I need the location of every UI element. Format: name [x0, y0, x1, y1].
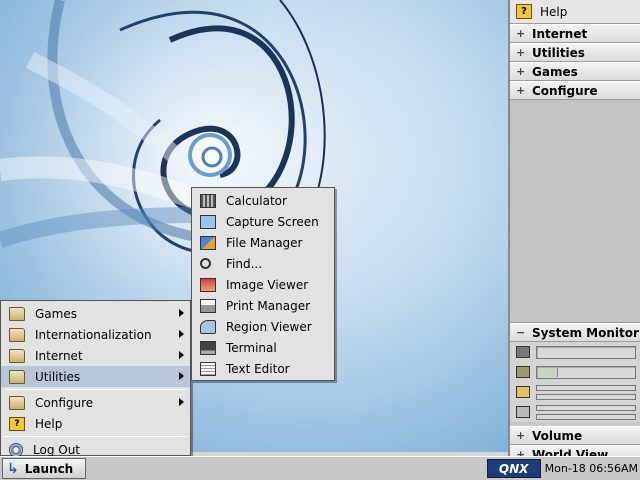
launch-menu-item-help[interactable]: ? Help	[1, 413, 190, 434]
menu-item-label: Utilities	[35, 369, 81, 384]
region-viewer-icon	[200, 319, 216, 334]
process-icon	[516, 386, 530, 398]
shelf-empty-area	[510, 100, 640, 323]
monitor-memory	[510, 362, 640, 382]
menu-item-label: Terminal	[226, 340, 277, 355]
launch-menu-item-internet[interactable]: Internet	[1, 345, 190, 366]
shelf-group-volume[interactable]: + Volume	[510, 426, 640, 445]
menu-item-label: Internet	[35, 348, 83, 363]
menu-item-label: Find...	[226, 256, 263, 271]
shelf-group-label: Configure	[532, 83, 598, 98]
printer-icon	[200, 298, 216, 313]
disk-icon	[516, 406, 530, 418]
shelf-help-label: Help	[540, 4, 568, 19]
text-editor-icon	[200, 361, 216, 376]
shelf-group-label: System Monitor	[532, 325, 639, 340]
shelf-group-label: Internet	[532, 26, 588, 41]
folder-icon	[9, 306, 25, 321]
menu-item-label: Region Viewer	[226, 319, 312, 334]
cpu-icon	[516, 346, 530, 358]
memory-icon	[516, 366, 530, 378]
utilities-item-image-viewer[interactable]: Image Viewer	[192, 274, 334, 295]
submenu-arrow-icon	[179, 309, 184, 317]
file-manager-icon	[200, 235, 216, 250]
logout-icon	[9, 442, 23, 457]
launch-button[interactable]: ↳ Launch	[2, 458, 86, 479]
utilities-submenu: Calculator Capture Screen File Manager F…	[191, 187, 335, 381]
process-meter	[536, 384, 636, 400]
menu-item-label: Games	[35, 306, 77, 321]
menu-item-label: Print Manager	[226, 298, 311, 313]
folder-icon	[9, 327, 25, 342]
shelf-group-configure[interactable]: + Configure	[510, 81, 640, 100]
submenu-arrow-icon	[179, 351, 184, 359]
menu-item-label: Internationalization	[35, 327, 152, 342]
menu-item-label: Help	[35, 416, 63, 431]
launch-arrow-icon: ↳	[7, 460, 19, 477]
menu-item-label: File Manager	[226, 235, 303, 250]
launch-menu-item-games[interactable]: Games	[1, 303, 190, 324]
launch-menu-item-utilities[interactable]: Utilities	[1, 366, 190, 387]
help-icon: ?	[516, 4, 532, 19]
menu-separator	[4, 389, 187, 390]
memory-meter	[536, 365, 636, 379]
folder-icon	[9, 369, 25, 384]
utilities-item-find[interactable]: Find...	[192, 253, 334, 274]
menu-item-label: Configure	[35, 395, 94, 410]
image-viewer-icon	[200, 277, 216, 292]
cpu-meter	[536, 345, 636, 359]
submenu-arrow-icon	[179, 398, 184, 406]
help-icon: ?	[9, 416, 25, 431]
shelf-group-internet[interactable]: + Internet	[510, 24, 640, 43]
expand-icon: +	[516, 84, 526, 97]
shelf-group-label: Volume	[532, 428, 583, 443]
clock[interactable]: Mon-18 06:56AM	[545, 462, 638, 475]
menu-item-label: Log Out	[33, 442, 81, 457]
menu-item-label: Calculator	[226, 193, 287, 208]
monitor-disk	[510, 402, 640, 422]
taskbar: ↳ Launch QNX Mon-18 06:56AM	[0, 456, 640, 480]
shelf-help-button[interactable]: ? Help	[510, 0, 640, 24]
disk-meter	[536, 404, 636, 420]
utilities-item-text-editor[interactable]: Text Editor	[192, 358, 334, 379]
shelf-group-label: Utilities	[532, 45, 585, 60]
shelf-panel: ? Help + Internet + Utilities + Games + …	[508, 0, 640, 464]
expand-icon: +	[516, 46, 526, 59]
shelf-group-utilities[interactable]: + Utilities	[510, 43, 640, 62]
launch-button-label: Launch	[24, 461, 74, 476]
shelf-group-label: Games	[532, 64, 578, 79]
launch-menu-item-internationalization[interactable]: Internationalization	[1, 324, 190, 345]
menu-item-label: Capture Screen	[226, 214, 319, 229]
utilities-item-file-manager[interactable]: File Manager	[192, 232, 334, 253]
capture-screen-icon	[200, 214, 216, 229]
expand-icon: +	[516, 429, 526, 442]
menu-item-label: Image Viewer	[226, 277, 309, 292]
menu-separator	[4, 436, 187, 437]
folder-icon	[9, 348, 25, 363]
expand-icon: +	[516, 27, 526, 40]
utilities-item-print-manager[interactable]: Print Manager	[192, 295, 334, 316]
qnx-logo[interactable]: QNX	[486, 459, 541, 478]
utilities-item-calculator[interactable]: Calculator	[192, 190, 334, 211]
shelf-group-games[interactable]: + Games	[510, 62, 640, 81]
launch-menu-item-configure[interactable]: Configure	[1, 392, 190, 413]
folder-icon	[9, 395, 25, 410]
collapse-icon: −	[516, 326, 526, 339]
launch-menu: Games Internationalization Internet Util…	[0, 300, 191, 457]
shelf-group-system-monitor[interactable]: − System Monitor	[510, 323, 640, 342]
monitor-process	[510, 382, 640, 402]
terminal-icon	[200, 340, 216, 355]
expand-icon: +	[516, 65, 526, 78]
submenu-arrow-icon	[179, 330, 184, 338]
calculator-icon	[200, 193, 216, 208]
monitor-cpu	[510, 342, 640, 362]
submenu-arrow-icon	[179, 372, 184, 380]
magnifier-icon	[200, 258, 211, 269]
menu-item-label: Text Editor	[226, 361, 290, 376]
system-tray: QNX Mon-18 06:56AM	[486, 458, 638, 479]
utilities-item-terminal[interactable]: Terminal	[192, 337, 334, 358]
utilities-item-capture-screen[interactable]: Capture Screen	[192, 211, 334, 232]
utilities-item-region-viewer[interactable]: Region Viewer	[192, 316, 334, 337]
